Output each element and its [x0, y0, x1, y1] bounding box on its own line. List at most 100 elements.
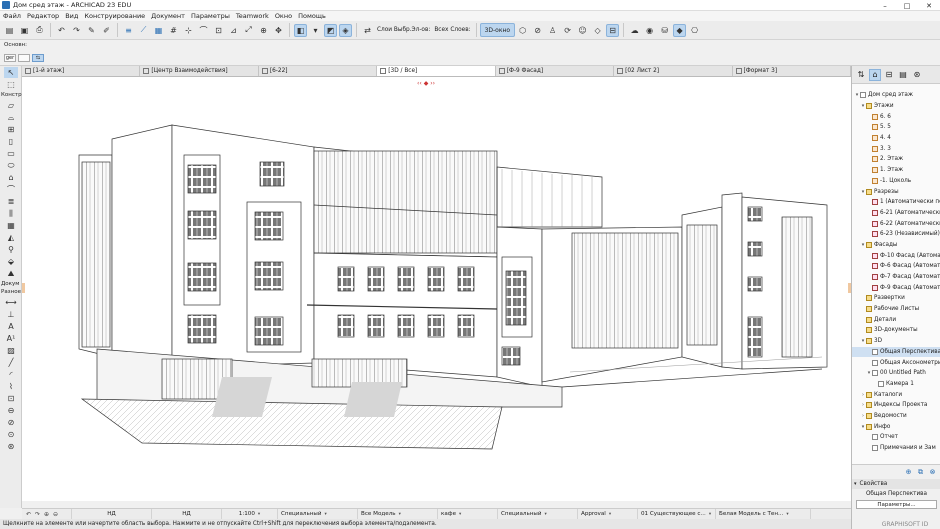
scale-dropdown[interactable]: 1:100 ▾	[222, 508, 278, 520]
view-handle-icon[interactable]: ‹‹ ◆ ››	[417, 80, 435, 87]
pen-icon[interactable]: ⟋	[137, 24, 150, 37]
tab-elevation[interactable]: [Ф-9 Фасад]	[496, 66, 615, 76]
cloud-icon[interactable]: ☁	[628, 24, 641, 37]
graphisoft-id-link[interactable]: GRAPHISOFT ID	[870, 519, 940, 529]
layout-book-icon[interactable]: ▤	[897, 69, 909, 81]
tree-item[interactable]: Общая Аксонометрия	[852, 357, 940, 368]
menu-help[interactable]: Помощь	[295, 12, 329, 20]
pick-up-icon[interactable]: ✎	[85, 24, 98, 37]
layer-combo-dropdown[interactable]: кафе ▾	[438, 508, 498, 520]
tree-item[interactable]: Ф-9 Фасад (Автомат	[852, 282, 940, 293]
arc-tool-icon[interactable]: ◜	[4, 369, 18, 380]
marquee-tool-icon[interactable]: ⬚	[4, 79, 18, 90]
fill-icon[interactable]: ▦	[152, 24, 165, 37]
bim-cloud-icon[interactable]: ⛁	[658, 24, 671, 37]
3d-viewport[interactable]: ‹‹ ◆ ››	[22, 77, 851, 501]
camera-icon[interactable]: ⎔	[688, 24, 701, 37]
rotation-display[interactable]: НД	[152, 508, 222, 520]
redo-icon[interactable]: ↷	[34, 511, 41, 518]
text-tool-icon[interactable]: A	[4, 321, 18, 332]
layer-dropdown-icon[interactable]: ▾	[309, 24, 322, 37]
drawing-tool-icon[interactable]: ⊡	[4, 393, 18, 404]
inject-icon[interactable]: ✐	[100, 24, 113, 37]
info-option-button[interactable]: ger	[4, 54, 16, 62]
tree-item[interactable]: 6-23 (Независимый)	[852, 229, 940, 240]
tree-item[interactable]: Детали	[852, 314, 940, 325]
tree-item[interactable]: Камера 1	[852, 379, 940, 390]
tree-item[interactable]: Ф-10 Фасад (Автомат	[852, 250, 940, 261]
curtain-wall-tool-icon[interactable]: ▦	[4, 220, 18, 231]
toolbox-group-design[interactable]: Констр	[0, 91, 22, 99]
3d-window-button[interactable]: 3D-окно	[479, 23, 516, 37]
roof-tool-icon[interactable]: ⌂	[4, 172, 18, 183]
tree-item[interactable]: Отчет	[852, 432, 940, 443]
menu-view[interactable]: Вид	[62, 12, 81, 20]
open-icon[interactable]: ▤	[3, 24, 16, 37]
undo-icon[interactable]: ↶	[25, 511, 32, 518]
project-map-icon[interactable]: ⌂	[869, 68, 881, 81]
tree-item[interactable]: ▾ Дом сред этаж	[852, 90, 940, 101]
surface-icon[interactable]: ◈	[339, 23, 352, 37]
perspective-icon[interactable]: ◇	[591, 24, 604, 37]
maximize-button[interactable]: □	[896, 0, 918, 11]
pen-set-dropdown[interactable]: Специальный ▾	[278, 508, 358, 520]
menu-edit[interactable]: Редактор	[24, 12, 62, 20]
wall-tool-icon[interactable]: ▱	[4, 100, 18, 111]
info-option-button[interactable]	[18, 54, 30, 62]
renovation-filter-dropdown[interactable]: 01 Существующее с... ▾	[638, 508, 716, 520]
polyline-tool-icon[interactable]: ⌇	[4, 381, 18, 392]
zoom-out-icon[interactable]: ⊖	[52, 511, 59, 518]
new-view-icon[interactable]: ⊕	[904, 468, 913, 477]
clone-icon[interactable]: ⧉	[916, 468, 925, 477]
dimension-dropdown[interactable]: Специальный ▾	[498, 508, 578, 520]
tree-item[interactable]: ▾ 3D	[852, 336, 940, 347]
window-tool-icon[interactable]: ⊞	[4, 124, 18, 135]
tab-interaction-center[interactable]: [Центр Взаимодействия]	[140, 66, 259, 76]
zoom-in-icon[interactable]: ⊕	[43, 511, 50, 518]
close-button[interactable]: ✕	[918, 0, 940, 11]
worksheet-tool-icon[interactable]: ⊛	[4, 441, 18, 452]
toolbox-group-more[interactable]: Разное	[0, 288, 21, 296]
menu-file[interactable]: Файл	[0, 12, 24, 20]
tree-item[interactable]: ▾ Фасады	[852, 240, 940, 251]
tree-item[interactable]: › Индексы Проекта	[852, 400, 940, 411]
undo-icon[interactable]: ↶	[55, 24, 68, 37]
layer-combo-label[interactable]: Слои Выбр.Эл-ов:	[375, 27, 432, 33]
info-option-button[interactable]: ⇆	[32, 54, 44, 62]
tree-item[interactable]: 6-22 (Автоматически	[852, 218, 940, 229]
orbit-icon[interactable]: ⟳	[561, 24, 574, 37]
section-tool-icon[interactable]: ⊖	[4, 405, 18, 416]
tree-item[interactable]: Ф-7 Фасад (Автомат	[852, 272, 940, 283]
pan-icon[interactable]: ✥	[272, 24, 285, 37]
tree-item[interactable]: -1. Цоколь	[852, 176, 940, 187]
model-filter-icon[interactable]: ◩	[324, 23, 337, 37]
tree-item[interactable]: ▾ 00 Untitled Path	[852, 368, 940, 379]
params-button[interactable]: Параметры...	[856, 500, 937, 509]
zone-tool-icon[interactable]: ⬙	[4, 256, 18, 267]
menu-design[interactable]: Конструирование	[81, 12, 148, 20]
properties-header[interactable]: ▾ Свойства	[852, 479, 940, 489]
redo-icon[interactable]: ↷	[70, 24, 83, 37]
tree-item[interactable]: 6. 6	[852, 111, 940, 122]
zoom-display[interactable]: НД	[72, 508, 152, 520]
tree-item[interactable]: ▾ Инфо	[852, 421, 940, 432]
ruler-icon[interactable]: ⊿	[227, 24, 240, 37]
line-type-icon[interactable]: ≡	[122, 24, 135, 37]
layers-icon[interactable]: ◧	[294, 23, 307, 37]
column-tool-icon[interactable]: ▯	[4, 136, 18, 147]
publisher-icon[interactable]: ⊛	[911, 69, 923, 81]
tree-item[interactable]: ▾ Разрезы	[852, 186, 940, 197]
tree-item[interactable]: Ф-6 Фасад (Автомат	[852, 261, 940, 272]
menu-window[interactable]: Окно	[272, 12, 295, 20]
active-render-icon[interactable]: ◆	[673, 23, 687, 37]
tree-item[interactable]: 3D-документы	[852, 325, 940, 336]
tab-3d[interactable]: [3D / Все]	[377, 66, 496, 76]
toolbox-group-document[interactable]: Докум	[0, 280, 21, 288]
slab-tool-icon[interactable]: ⬭	[4, 160, 18, 171]
railing-tool-icon[interactable]: ⫼	[4, 208, 18, 219]
tree-item[interactable]: 5. 5	[852, 122, 940, 133]
fit-icon[interactable]: ⤢	[242, 24, 255, 37]
tree-item[interactable]: 1 (Автоматически пер	[852, 197, 940, 208]
morph-tool-icon[interactable]: ◭	[4, 232, 18, 243]
cube-icon[interactable]: ⬡	[516, 24, 529, 37]
